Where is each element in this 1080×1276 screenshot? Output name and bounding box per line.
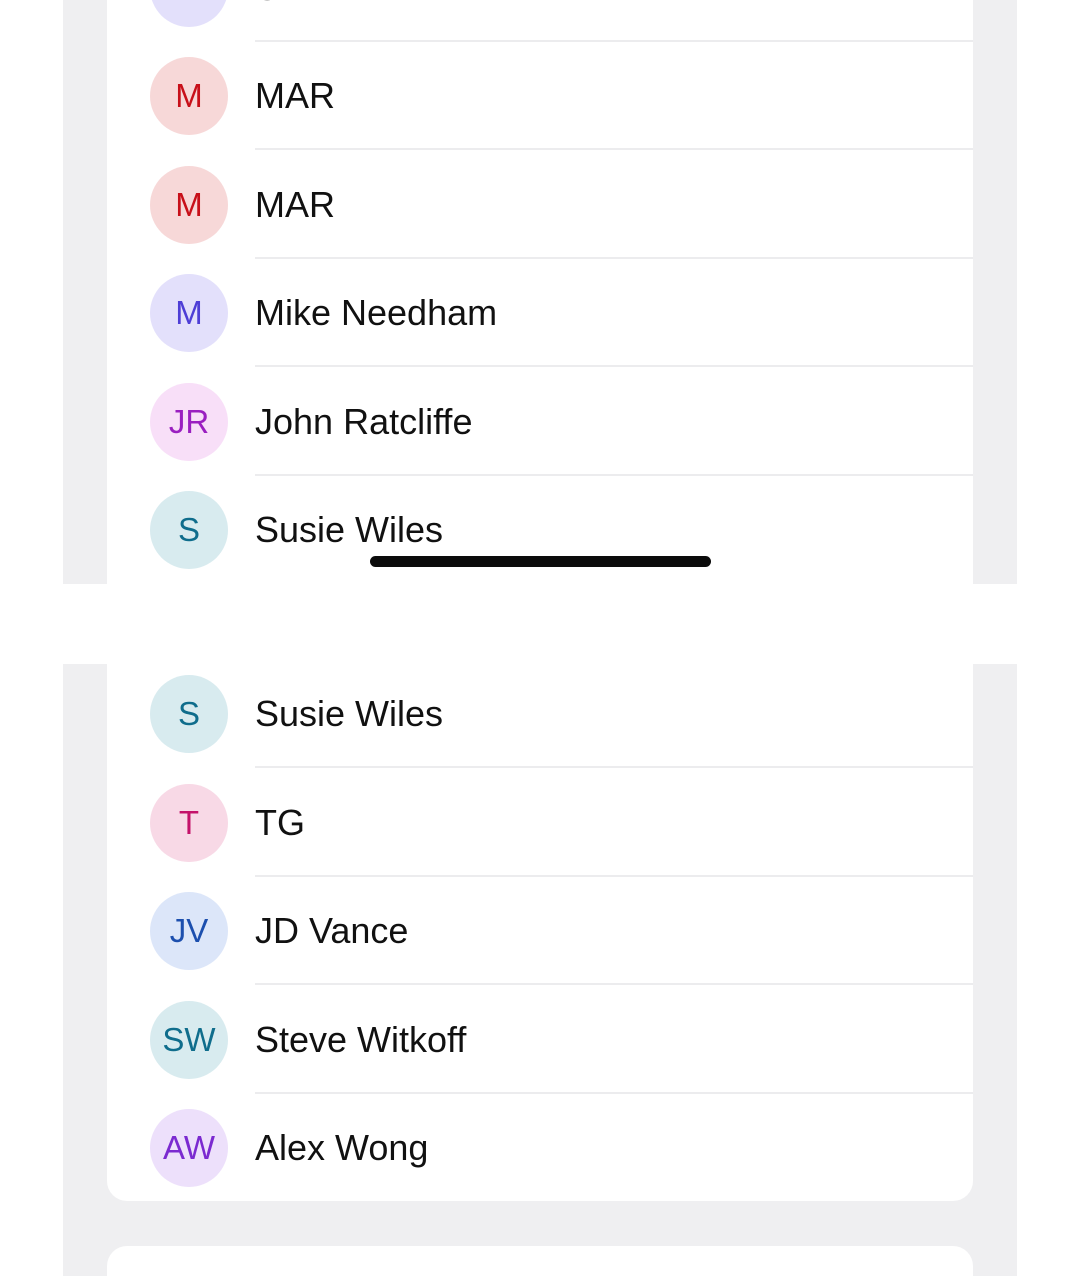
contact-name: TG	[255, 802, 305, 843]
contact-avatar: M	[150, 274, 228, 352]
contact-avatar: JR	[150, 383, 228, 461]
contacts-list: S Susie Wiles T TG JV JD Vance SW Steve …	[107, 664, 973, 1201]
screenshot-bottom: S Susie Wiles T TG JV JD Vance SW Steve …	[63, 664, 1017, 1276]
contact-row-mike-needham[interactable]: M Mike Needham	[107, 259, 973, 367]
contact-row-susie-wiles[interactable]: S Susie Wiles	[107, 664, 973, 768]
contact-name: John Ratcliffe	[255, 401, 473, 442]
contact-avatar: T	[150, 784, 228, 862]
contact-avatar: S	[150, 491, 228, 569]
contact-avatar: M	[150, 166, 228, 244]
contact-name: MAR	[255, 75, 335, 116]
row-divider	[255, 148, 973, 150]
contact-row-mar[interactable]: M MAR	[107, 151, 973, 259]
contact-avatar: S	[150, 675, 228, 753]
contact-row-susie-wiles[interactable]: S Susie Wiles	[107, 476, 973, 584]
next-section-card	[107, 1246, 973, 1276]
contact-avatar: M	[150, 57, 228, 135]
contact-name: JD Vance	[255, 910, 409, 951]
row-divider	[255, 365, 973, 367]
contact-row-mar[interactable]: M MAR	[107, 42, 973, 150]
contact-name: Alex Wong	[255, 1127, 429, 1168]
row-divider	[255, 983, 973, 985]
contacts-list: SM S M M MAR M MAR M Mike Needham JR Joh…	[107, 0, 973, 584]
contact-name: Susie Wiles	[255, 509, 444, 550]
screenshot-top: SM S M M MAR M MAR M Mike Needham JR Joh…	[63, 0, 1017, 584]
contact-row-john-ratcliffe[interactable]: JR John Ratcliffe	[107, 368, 973, 476]
contact-avatar: SM	[150, 0, 228, 27]
contact-row-jd-vance[interactable]: JV JD Vance	[107, 877, 973, 985]
contact-name: MAR	[255, 184, 335, 225]
contact-name: Susie Wiles	[255, 693, 444, 734]
contact-avatar: AW	[150, 1109, 228, 1187]
contact-row-tg[interactable]: T TG	[107, 769, 973, 877]
contact-name: S M	[255, 0, 319, 42]
home-indicator[interactable]	[370, 556, 711, 567]
contact-row-alex-wong[interactable]: AW Alex Wong	[107, 1094, 973, 1202]
contact-row-s-m[interactable]: SM S M	[107, 0, 973, 42]
contact-name: Mike Needham	[255, 292, 498, 333]
contact-name: Steve Witkoff	[255, 1019, 467, 1060]
row-divider	[255, 766, 973, 768]
contact-row-steve-witkoff[interactable]: SW Steve Witkoff	[107, 986, 973, 1094]
contact-avatar: JV	[150, 892, 228, 970]
contact-avatar: SW	[150, 1001, 228, 1079]
